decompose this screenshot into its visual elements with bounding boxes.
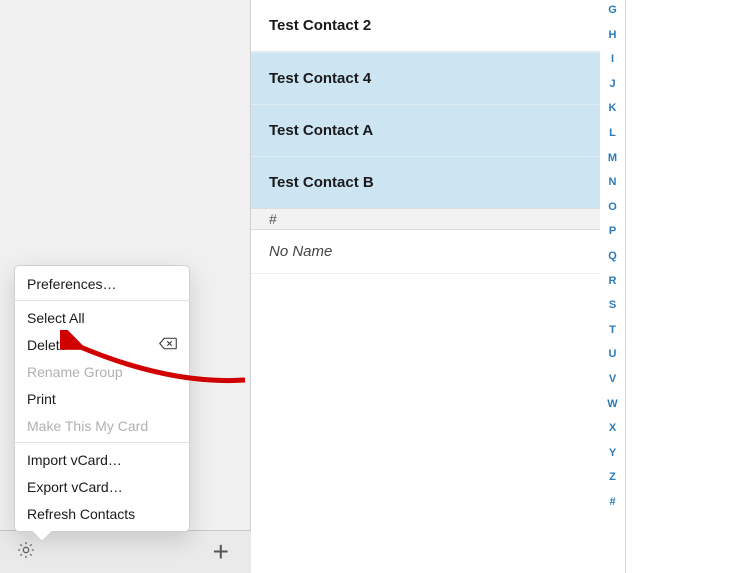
index-letter[interactable]: T bbox=[609, 324, 616, 336]
menu-export-vcard[interactable]: Export vCard… bbox=[15, 473, 189, 500]
menu-import-vcard[interactable]: Import vCard… bbox=[15, 446, 189, 473]
index-letter[interactable]: M bbox=[608, 152, 617, 164]
index-letter[interactable]: V bbox=[609, 373, 616, 385]
index-letter[interactable]: J bbox=[609, 78, 615, 90]
menu-preferences[interactable]: Preferences… bbox=[15, 270, 189, 297]
index-letter[interactable]: N bbox=[609, 176, 617, 188]
index-letter[interactable]: O bbox=[608, 201, 617, 213]
contact-row-noname[interactable]: No Name bbox=[251, 230, 629, 274]
menu-delete[interactable]: Delete bbox=[15, 331, 189, 358]
gear-context-menu: Preferences… Select All Delete Rename Gr… bbox=[14, 265, 190, 532]
index-letter[interactable]: Z bbox=[609, 471, 616, 483]
menu-separator bbox=[15, 300, 189, 301]
index-letter[interactable]: R bbox=[609, 275, 617, 287]
index-letter[interactable]: P bbox=[609, 225, 616, 237]
menu-make-card: Make This My Card bbox=[15, 412, 189, 439]
index-letter[interactable]: Y bbox=[609, 447, 616, 459]
menu-separator bbox=[15, 442, 189, 443]
contact-row[interactable]: Test Contact 2 bbox=[251, 0, 629, 52]
contact-row[interactable]: Test Contact A bbox=[251, 104, 629, 156]
add-button[interactable]: + bbox=[213, 538, 235, 566]
section-header-hash: # bbox=[251, 208, 629, 230]
contact-row[interactable]: Test Contact B bbox=[251, 156, 629, 208]
menu-rename-group: Rename Group bbox=[15, 358, 189, 385]
menu-print[interactable]: Print bbox=[15, 385, 189, 412]
index-letter[interactable]: G bbox=[608, 4, 617, 16]
menu-select-all[interactable]: Select All bbox=[15, 304, 189, 331]
index-letter[interactable]: # bbox=[609, 496, 615, 508]
gear-icon[interactable] bbox=[16, 540, 36, 565]
alphabet-index: G H I J K L M N O P Q R S T U V W X Y Z … bbox=[600, 0, 626, 573]
index-letter[interactable]: I bbox=[611, 53, 614, 65]
index-letter[interactable]: L bbox=[609, 127, 616, 139]
contacts-list: Test Contact 2 Test Contact 4 Test Conta… bbox=[251, 0, 629, 573]
index-letter[interactable]: K bbox=[609, 102, 617, 114]
index-letter[interactable]: X bbox=[609, 422, 616, 434]
backspace-icon bbox=[159, 337, 177, 353]
index-letter[interactable]: S bbox=[609, 299, 616, 311]
detail-panel bbox=[626, 0, 736, 573]
index-letter[interactable]: Q bbox=[608, 250, 617, 262]
index-letter[interactable]: H bbox=[609, 29, 617, 41]
index-letter[interactable]: U bbox=[609, 348, 617, 360]
contact-row[interactable]: Test Contact 4 bbox=[251, 52, 629, 104]
index-letter[interactable]: W bbox=[607, 398, 617, 410]
